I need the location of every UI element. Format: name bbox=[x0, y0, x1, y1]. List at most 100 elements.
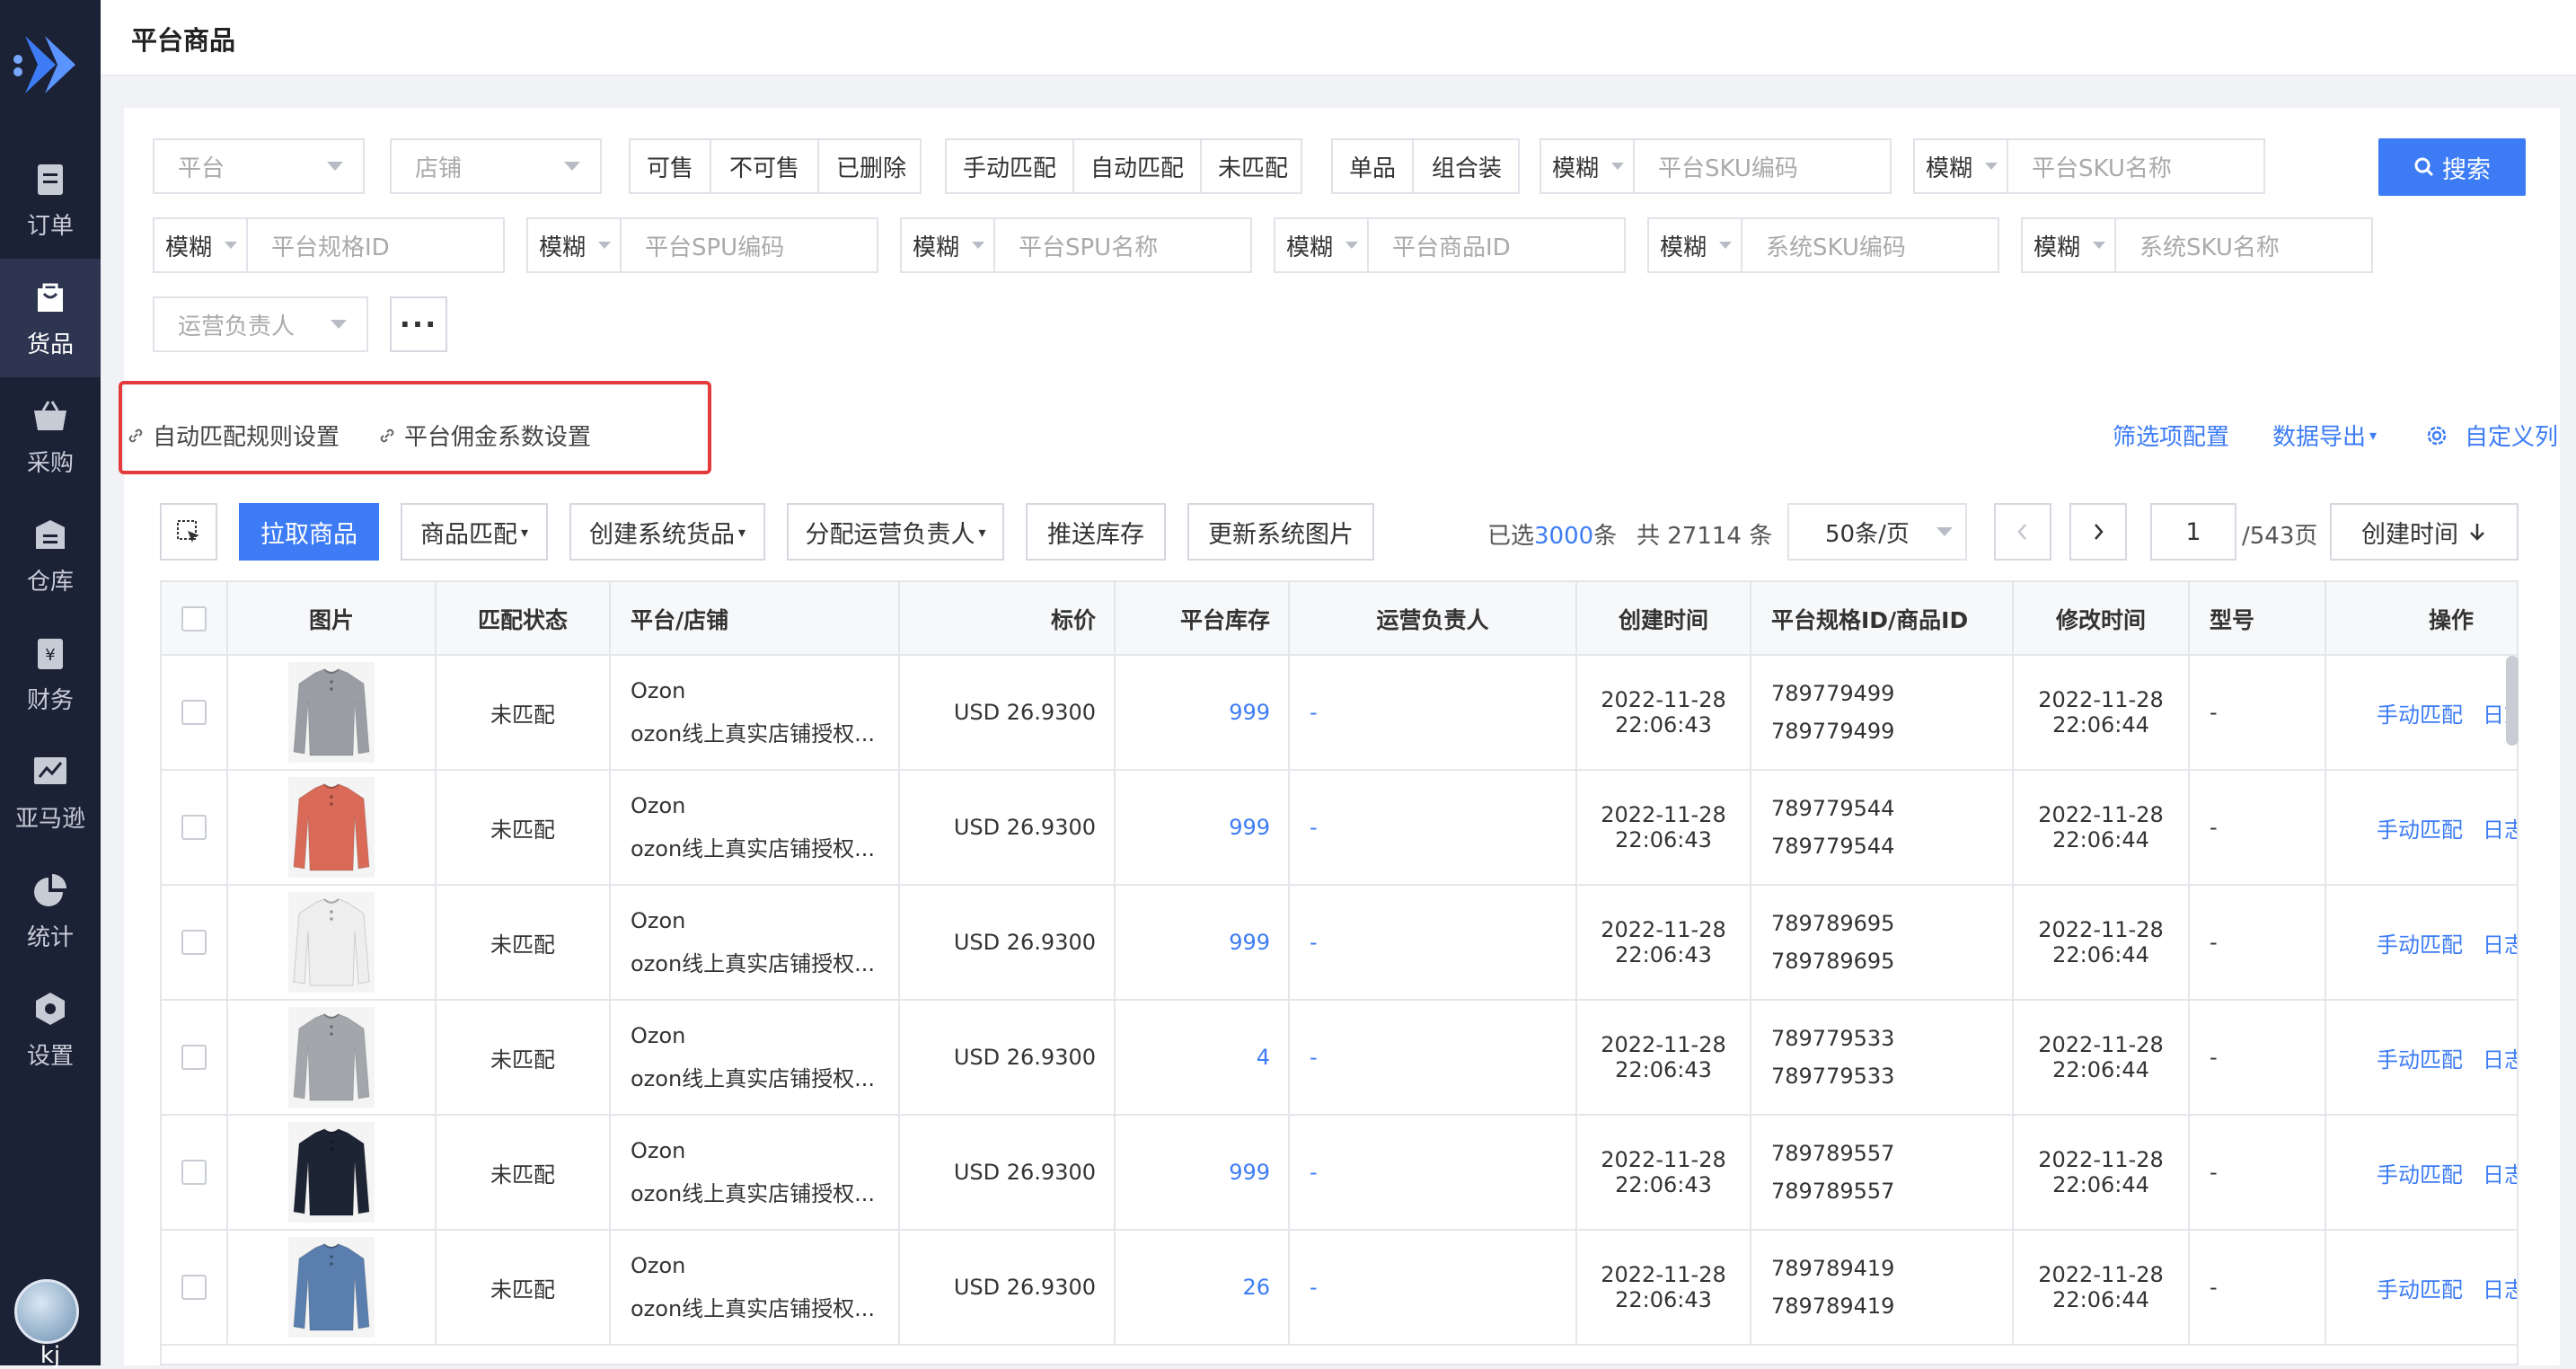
sidebar-item-stats[interactable]: 统计 bbox=[0, 852, 101, 970]
operator-link[interactable]: - bbox=[1310, 815, 1318, 840]
stock-link[interactable]: 999 bbox=[1229, 700, 1270, 725]
custom-columns-link[interactable]: 自定义列 bbox=[2425, 419, 2558, 452]
row-checkbox[interactable] bbox=[181, 700, 207, 725]
operator-link[interactable]: - bbox=[1310, 1275, 1318, 1300]
product-image[interactable] bbox=[288, 777, 375, 878]
table-row[interactable]: 未匹配 Ozon ozon线上真实店铺授权... USD 26.9300 4-2022-… bbox=[162, 1001, 2517, 1116]
row-checkbox[interactable] bbox=[181, 930, 207, 955]
assign-operator-button[interactable]: 分配运营负责人 ▾ bbox=[787, 503, 1004, 561]
manual-match-link[interactable]: 手动匹配 bbox=[2377, 1272, 2463, 1303]
platform-spu-code-input[interactable]: 平台SPU编码 bbox=[622, 219, 877, 271]
product-image[interactable] bbox=[288, 1122, 375, 1223]
filter-deleted[interactable]: 已删除 bbox=[819, 140, 923, 192]
table-row[interactable]: 未匹配 Ozon ozon线上真实店铺授权... USD 26.9300 999-202… bbox=[162, 1116, 2517, 1231]
more-filters-button[interactable]: ··· bbox=[390, 296, 447, 352]
product-image[interactable] bbox=[288, 662, 375, 763]
operator-link[interactable]: - bbox=[1310, 700, 1318, 725]
row-checkbox[interactable] bbox=[181, 815, 207, 840]
row-checkbox[interactable] bbox=[181, 1275, 207, 1300]
push-stock-button[interactable]: 推送库存 bbox=[1026, 503, 1166, 561]
platform-spec-id-input[interactable]: 平台规格ID bbox=[248, 219, 503, 271]
platform-select[interactable]: 平台 bbox=[153, 138, 365, 194]
table-row[interactable]: 未匹配 Ozon ozon线上真实店铺授权... USD 26.9300 999-202… bbox=[162, 886, 2517, 1001]
match-mode-select[interactable]: 模糊 bbox=[528, 219, 622, 271]
log-link[interactable]: 日志 bbox=[2483, 1272, 2517, 1303]
manual-match-link[interactable]: 手动匹配 bbox=[2377, 812, 2463, 843]
next-page-button[interactable] bbox=[2069, 503, 2127, 561]
commission-settings-link[interactable]: 平台佣金系数设置 bbox=[377, 419, 591, 452]
manual-match-link[interactable]: 手动匹配 bbox=[2377, 697, 2463, 729]
log-link[interactable]: 日志 bbox=[2483, 812, 2517, 843]
match-mode-select[interactable]: 模糊 bbox=[1541, 140, 1635, 192]
platform-sku-code-input[interactable]: 平台SKU编码 bbox=[1635, 140, 1890, 192]
log-link[interactable]: 日志 bbox=[2483, 927, 2517, 958]
sidebar-item-goods[interactable]: 货品 bbox=[0, 259, 101, 377]
table-row[interactable]: 未匹配 Ozon ozon线上真实店铺授权... USD 26.9300 999-202… bbox=[162, 771, 2517, 886]
sidebar-item-purchase[interactable]: 采购 bbox=[0, 377, 101, 496]
match-mode-select[interactable]: 模糊 bbox=[2023, 219, 2116, 271]
create-system-goods-button[interactable]: 创建系统货品 ▾ bbox=[569, 503, 765, 561]
stock-link[interactable]: 999 bbox=[1229, 815, 1270, 840]
select-all-checkbox[interactable] bbox=[181, 606, 207, 632]
search-button[interactable]: 搜索 bbox=[2378, 138, 2526, 196]
log-link[interactable]: 日志 bbox=[2483, 1042, 2517, 1073]
operator-link[interactable]: - bbox=[1310, 930, 1318, 955]
page-number-input[interactable]: 1 bbox=[2150, 503, 2236, 561]
filter-config-link[interactable]: 筛选项配置 bbox=[2113, 419, 2229, 452]
data-export-link[interactable]: 数据导出 ▾ bbox=[2272, 419, 2377, 452]
match-mode-select[interactable]: 模糊 bbox=[1275, 219, 1369, 271]
product-match-button[interactable]: 商品匹配 ▾ bbox=[401, 503, 548, 561]
filter-single[interactable]: 单品 bbox=[1333, 140, 1414, 192]
pull-products-button[interactable]: 拉取商品 bbox=[239, 503, 379, 561]
prev-page-button[interactable] bbox=[1994, 503, 2051, 561]
stock-link[interactable]: 999 bbox=[1229, 1160, 1270, 1185]
platform-sku-name-input[interactable]: 平台SKU名称 bbox=[2008, 140, 2263, 192]
avatar[interactable] bbox=[14, 1279, 79, 1344]
manual-match-link[interactable]: 手动匹配 bbox=[2377, 1157, 2463, 1188]
sort-button[interactable]: 创建时间 bbox=[2330, 503, 2519, 561]
sidebar-item-amazon[interactable]: 亚马逊 bbox=[0, 733, 101, 852]
stock-link[interactable]: 26 bbox=[1242, 1275, 1270, 1300]
operator-select[interactable]: 运营负责人 bbox=[153, 296, 368, 352]
stock-link[interactable]: 999 bbox=[1229, 930, 1270, 955]
log-link[interactable]: 日志 bbox=[2483, 1157, 2517, 1188]
caret-down-icon: ▾ bbox=[978, 523, 986, 541]
stock-link[interactable]: 4 bbox=[1257, 1045, 1270, 1070]
filter-not-sellable[interactable]: 不可售 bbox=[711, 140, 819, 192]
table-scrollbar[interactable] bbox=[2506, 656, 2519, 746]
product-image[interactable] bbox=[288, 1237, 375, 1338]
filter-manual-match[interactable]: 手动匹配 bbox=[947, 140, 1074, 192]
update-images-button[interactable]: 更新系统图片 bbox=[1187, 503, 1374, 561]
table-row[interactable]: 未匹配 Ozon ozon线上真实店铺授权... USD 26.9300 999-202… bbox=[162, 656, 2517, 771]
match-mode-select[interactable]: 模糊 bbox=[154, 219, 248, 271]
platform-spu-name-input[interactable]: 平台SPU名称 bbox=[995, 219, 1250, 271]
select-mode-button[interactable] bbox=[160, 503, 217, 561]
system-sku-code-input[interactable]: 系统SKU编码 bbox=[1742, 219, 1998, 271]
row-checkbox[interactable] bbox=[181, 1160, 207, 1185]
filter-sellable[interactable]: 可售 bbox=[631, 140, 711, 192]
sidebar-item-finance[interactable]: ¥ 财务 bbox=[0, 614, 101, 733]
store-select[interactable]: 店铺 bbox=[390, 138, 602, 194]
filter-unmatched[interactable]: 未匹配 bbox=[1202, 140, 1304, 192]
platform-product-id-input[interactable]: 平台商品ID bbox=[1369, 219, 1624, 271]
logo-icon[interactable] bbox=[9, 27, 84, 102]
match-mode-select[interactable]: 模糊 bbox=[1915, 140, 2008, 192]
manual-match-link[interactable]: 手动匹配 bbox=[2377, 1042, 2463, 1073]
table-row[interactable]: 未匹配 Ozon ozon线上真实店铺授权... USD 26.9300 26-2022… bbox=[162, 1231, 2517, 1346]
auto-match-rules-link[interactable]: 自动匹配规则设置 bbox=[126, 419, 340, 452]
filter-bundle[interactable]: 组合装 bbox=[1414, 140, 1520, 192]
row-checkbox[interactable] bbox=[181, 1045, 207, 1070]
match-mode-select[interactable]: 模糊 bbox=[902, 219, 995, 271]
sidebar-item-orders[interactable]: 订单 bbox=[0, 140, 101, 259]
match-mode-select[interactable]: 模糊 bbox=[1649, 219, 1742, 271]
page-size-select[interactable]: 50条/页 bbox=[1787, 503, 1967, 561]
operator-link[interactable]: - bbox=[1310, 1045, 1318, 1070]
product-image[interactable] bbox=[288, 1007, 375, 1108]
system-sku-name-input[interactable]: 系统SKU名称 bbox=[2116, 219, 2371, 271]
operator-link[interactable]: - bbox=[1310, 1160, 1318, 1185]
sidebar-item-warehouse[interactable]: 仓库 bbox=[0, 496, 101, 614]
sidebar-item-settings[interactable]: 设置 bbox=[0, 970, 101, 1089]
manual-match-link[interactable]: 手动匹配 bbox=[2377, 927, 2463, 958]
filter-auto-match[interactable]: 自动匹配 bbox=[1074, 140, 1202, 192]
product-image[interactable] bbox=[288, 892, 375, 993]
